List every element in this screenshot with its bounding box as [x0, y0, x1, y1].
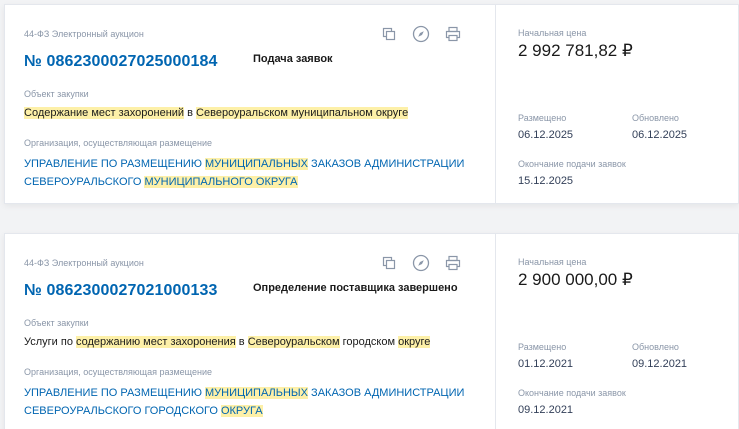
posted-label: Размещено [518, 342, 567, 352]
search-highlight: содержанию мест захоронения [76, 336, 236, 348]
updated-label: Обновлено [632, 342, 679, 352]
updated-date: 06.12.2025 [632, 129, 688, 141]
tender-card: 44-ФЗ Электронный аукцион № 086230002702… [4, 4, 739, 204]
deadline-label: Окончание подачи заявок [518, 159, 626, 169]
tender-summary: Начальная цена 2 900 000,00 ₽ Размещено … [495, 234, 739, 429]
tender-main: 44-ФЗ Электронный аукцион № 086230002702… [5, 5, 495, 203]
tender-status: Подача заявок [253, 53, 333, 65]
text-segment: в [184, 107, 197, 119]
tender-number-link[interactable]: № 0862300027025000184 [24, 53, 217, 71]
compass-icon[interactable] [411, 24, 431, 44]
text-segment: городском [339, 336, 399, 348]
object-label: Объект закупки [24, 318, 89, 328]
copy-icon[interactable] [379, 253, 399, 273]
copy-icon[interactable] [379, 24, 399, 44]
text-segment: УПРАВЛЕНИЕ ПО РАЗМЕЩЕНИЮ [24, 387, 205, 399]
posted-date: 06.12.2025 [518, 129, 574, 141]
tender-status: Определение поставщика завершено [253, 282, 458, 294]
deadline-label: Окончание подачи заявок [518, 388, 626, 398]
object-label: Объект закупки [24, 89, 89, 99]
initial-price: 2 900 000,00 ₽ [518, 270, 633, 289]
posted-label: Размещено [518, 113, 567, 123]
text-segment: УПРАВЛЕНИЕ ПО РАЗМЕЩЕНИЮ [24, 158, 205, 170]
procurement-object: Услуги по содержанию мест захоронения в … [24, 336, 431, 348]
law-type: 44-ФЗ Электронный аукцион [24, 258, 144, 268]
card-actions [379, 253, 463, 273]
search-highlight: МУНИЦИПАЛЬНОГО ОКРУГА [144, 176, 298, 188]
organization-link[interactable]: УПРАВЛЕНИЕ ПО РАЗМЕЩЕНИЮ МУНИЦИПАЛЬНЫХ З… [24, 155, 484, 191]
card-actions [379, 24, 463, 44]
deadline-date: 15.12.2025 [518, 175, 574, 187]
search-highlight: МУНИЦИПАЛЬНЫХ [205, 158, 308, 170]
search-highlight: Содержание мест захоронений [24, 107, 185, 119]
organization-label: Организация, осуществляющая размещение [24, 138, 212, 148]
procurement-object: Содержание мест захоронений в Североурал… [24, 107, 409, 119]
search-highlight: Североуральском [247, 336, 340, 348]
tender-main: 44-ФЗ Электронный аукцион № 086230002702… [5, 234, 495, 429]
initial-price: 2 992 781,82 ₽ [518, 41, 633, 60]
text-segment: в [235, 336, 248, 348]
tender-summary: Начальная цена 2 992 781,82 ₽ Размещено … [495, 5, 739, 203]
tender-card: 44-ФЗ Электронный аукцион № 086230002702… [4, 233, 739, 429]
organization-link[interactable]: УПРАВЛЕНИЕ ПО РАЗМЕЩЕНИЮ МУНИЦИПАЛЬНЫХ З… [24, 384, 484, 420]
print-icon[interactable] [443, 253, 463, 273]
price-label: Начальная цена [518, 257, 587, 267]
search-highlight: округе [398, 336, 431, 348]
search-highlight: Североуральском муниципальном округе [196, 107, 409, 119]
tender-number-link[interactable]: № 0862300027021000133 [24, 282, 217, 300]
search-highlight: МУНИЦИПАЛЬНЫХ [205, 387, 308, 399]
price-label: Начальная цена [518, 28, 587, 38]
updated-date: 09.12.2021 [632, 358, 688, 370]
posted-date: 01.12.2021 [518, 358, 574, 370]
search-highlight: ОКРУГА [220, 405, 263, 417]
print-icon[interactable] [443, 24, 463, 44]
organization-label: Организация, осуществляющая размещение [24, 367, 212, 377]
law-type: 44-ФЗ Электронный аукцион [24, 29, 144, 39]
compass-icon[interactable] [411, 253, 431, 273]
updated-label: Обновлено [632, 113, 679, 123]
deadline-date: 09.12.2021 [518, 404, 574, 416]
text-segment: Услуги по [24, 336, 77, 348]
